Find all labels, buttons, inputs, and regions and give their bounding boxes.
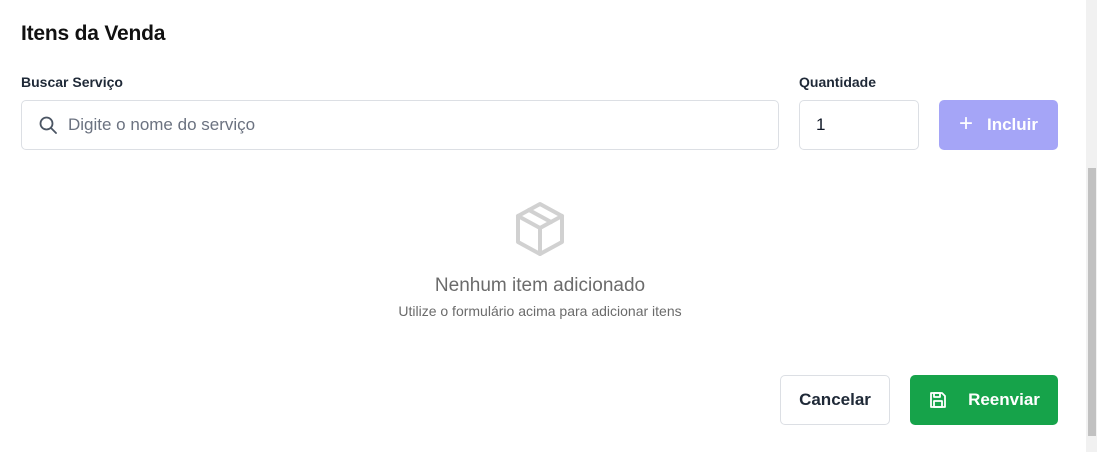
plus-icon: +	[958, 110, 973, 137]
search-field[interactable]	[21, 100, 779, 150]
section-title: Itens da Venda	[21, 22, 166, 45]
empty-state-title: Nenhum item adicionado	[434, 275, 646, 296]
search-icon	[38, 115, 58, 135]
empty-state: Nenhum item adicionado Utilize o formulá…	[0, 200, 1080, 319]
save-icon	[928, 390, 948, 410]
scrollbar-thumb[interactable]	[1088, 168, 1096, 436]
include-button-label: Incluir	[987, 115, 1039, 134]
box-icon	[513, 200, 567, 258]
sale-items-panel: Itens da Venda Buscar Serviço Quantidade…	[0, 0, 1097, 452]
include-button[interactable]: + Incluir	[939, 100, 1058, 150]
quantity-input[interactable]	[816, 115, 906, 135]
quantity-field[interactable]	[799, 100, 919, 150]
resend-button[interactable]: Reenviar	[910, 375, 1058, 425]
search-label: Buscar Serviço	[21, 74, 123, 90]
quantity-label: Quantidade	[799, 74, 877, 90]
resend-button-label: Reenviar	[968, 390, 1040, 409]
search-input[interactable]	[68, 101, 778, 149]
cancel-button[interactable]: Cancelar	[780, 375, 890, 425]
empty-state-subtitle: Utilize o formulário acima para adiciona…	[398, 303, 682, 319]
